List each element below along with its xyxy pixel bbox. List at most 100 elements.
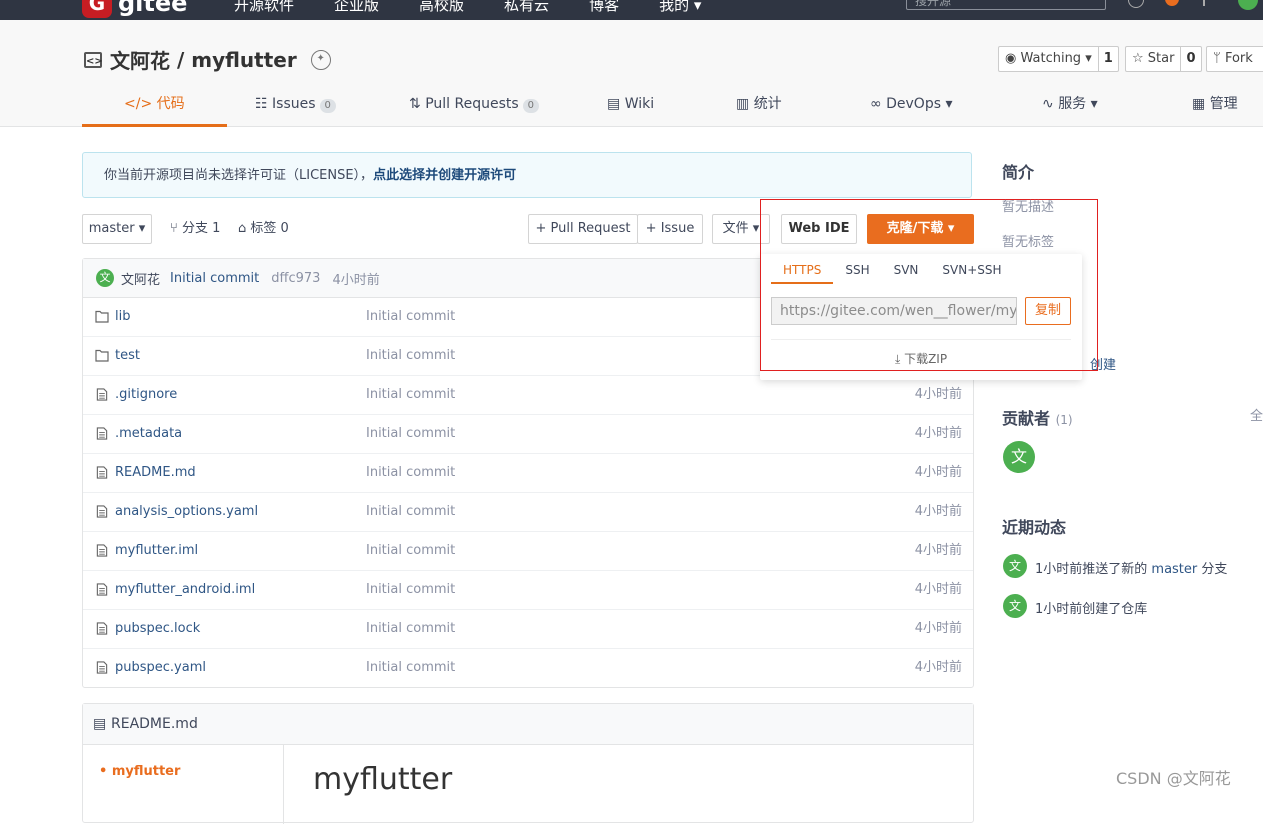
commit-author[interactable]: 文阿花 xyxy=(121,269,160,288)
file-commit-message[interactable]: Initial commit xyxy=(366,610,455,648)
file-name[interactable]: .metadata xyxy=(115,415,182,453)
topnav-education[interactable]: 高校版 xyxy=(419,0,464,15)
file-name[interactable]: myflutter.iml xyxy=(115,532,198,570)
tab-stats[interactable]: ▥ 统计 xyxy=(736,82,782,126)
tab-manage[interactable]: ▦ 管理 xyxy=(1192,82,1238,126)
tags-link[interactable]: ⌂ 标签 0 xyxy=(238,214,289,244)
topnav-mine[interactable]: 我的 ▾ xyxy=(659,0,701,15)
file-commit-message[interactable]: Initial commit xyxy=(366,298,455,336)
file-commit-message[interactable]: Initial commit xyxy=(366,532,455,570)
file-commit-message[interactable]: Initial commit xyxy=(366,571,455,609)
table-row[interactable]: .gitignore Initial commit 4小时前 xyxy=(83,376,973,415)
file-commit-message[interactable]: Initial commit xyxy=(366,376,455,414)
topnav-private-cloud[interactable]: 私有云 xyxy=(504,0,549,15)
file-name[interactable]: myflutter_android.iml xyxy=(115,571,255,609)
web-ide-button[interactable]: Web IDE xyxy=(781,214,857,244)
file-icon xyxy=(96,466,108,479)
user-avatar-icon[interactable] xyxy=(1238,0,1258,10)
file-name[interactable]: .gitignore xyxy=(115,376,177,414)
tab-pr-label: Pull Requests xyxy=(425,96,519,112)
file-commit-time: 4小时前 xyxy=(914,621,962,636)
file-commit-message[interactable]: Initial commit xyxy=(366,337,455,375)
file-commit-message[interactable]: Initial commit xyxy=(366,454,455,492)
table-row[interactable]: .metadata Initial commit 4小时前 xyxy=(83,415,973,454)
toc-item[interactable]: • myflutter xyxy=(99,764,180,779)
clone-download-button[interactable]: 克隆/下载 ▾ xyxy=(867,214,974,244)
table-row[interactable]: README.md Initial commit 4小时前 xyxy=(83,454,973,493)
bulb-icon[interactable] xyxy=(1165,0,1179,6)
file-name[interactable]: test xyxy=(115,337,140,375)
tab-issues[interactable]: ☷ Issues 0 xyxy=(255,82,336,126)
watching-count[interactable]: 1 xyxy=(1097,47,1118,71)
table-row[interactable]: pubspec.yaml Initial commit 4小时前 xyxy=(83,649,973,687)
file-name[interactable]: README.md xyxy=(115,454,196,492)
avatar[interactable]: 文 xyxy=(96,269,114,287)
topnav-open-source[interactable]: 开源软件 xyxy=(234,0,294,15)
readme-title: README.md xyxy=(111,716,198,732)
clone-protocol-tabs: HTTPS SSH SVN SVN+SSH xyxy=(771,254,1014,284)
tab-svn[interactable]: SVN xyxy=(882,254,931,284)
topnav-blog[interactable]: 博客 xyxy=(589,0,619,15)
table-row[interactable]: pubspec.lock Initial commit 4小时前 xyxy=(83,610,973,649)
file-name[interactable]: analysis_options.yaml xyxy=(115,493,258,531)
all-contributors-link[interactable]: 全 xyxy=(1250,405,1263,424)
file-commit-time: 4小时前 xyxy=(914,582,962,597)
watching-label: ◉ Watching ▾ xyxy=(1005,51,1092,66)
create-license-link[interactable]: 点此选择并创建开源许可 xyxy=(373,168,516,183)
gitee-logo[interactable]: G gitee xyxy=(82,0,187,18)
tab-svn-ssh[interactable]: SVN+SSH xyxy=(930,254,1013,284)
tab-ssh[interactable]: SSH xyxy=(833,254,881,284)
file-commit-message[interactable]: Initial commit xyxy=(366,493,455,531)
create-link[interactable]: 创建 xyxy=(1090,354,1116,373)
download-zip-link[interactable]: ⤓ 下载ZIP xyxy=(760,350,1082,367)
new-pull-request-button[interactable]: + Pull Request xyxy=(528,214,638,244)
tab-pull-requests[interactable]: ⇅ Pull Requests 0 xyxy=(409,82,540,126)
file-name[interactable]: pubspec.lock xyxy=(115,610,200,648)
file-menu-button[interactable]: 文件 ▾ xyxy=(712,214,770,244)
code-icon: </> xyxy=(124,96,153,112)
branches-link[interactable]: ⑂ 分支 1 xyxy=(170,214,220,244)
new-issue-button[interactable]: + Issue xyxy=(637,214,703,244)
table-row[interactable]: myflutter_android.iml Initial commit 4小时前 xyxy=(83,571,973,610)
certificate-icon[interactable]: ✦ xyxy=(310,49,331,70)
repo-owner[interactable]: 文阿花 xyxy=(110,45,170,74)
watch-button[interactable]: ◉ Watching ▾ 1 xyxy=(998,46,1119,72)
repo-name[interactable]: myflutter xyxy=(191,48,297,72)
star-button[interactable]: ☆ Star 0 xyxy=(1125,46,1202,72)
file-name[interactable]: lib xyxy=(115,298,130,336)
tab-https[interactable]: HTTPS xyxy=(771,254,834,284)
tab-devops[interactable]: ∞ DevOps ▾ xyxy=(870,82,952,126)
commit-message[interactable]: Initial commit xyxy=(170,271,259,286)
chart-icon: ▥ xyxy=(736,96,750,112)
bell-icon[interactable] xyxy=(1128,0,1144,8)
file-commit-message[interactable]: Initial commit xyxy=(366,649,455,687)
commit-hash[interactable]: dffc973 xyxy=(271,271,320,286)
issues-count: 0 xyxy=(319,99,336,113)
file-icon xyxy=(96,544,108,557)
master-branch-link[interactable]: master xyxy=(1151,562,1197,577)
activity-avatar[interactable]: 文 xyxy=(1003,554,1027,578)
clone-url-input[interactable]: https://gitee.com/wen__flower/myflutter.… xyxy=(771,297,1017,325)
fork-icon: ᛘ xyxy=(1213,51,1225,66)
file-name[interactable]: pubspec.yaml xyxy=(115,649,206,687)
readme-header: ▤ README.md xyxy=(83,704,973,745)
infinity-icon: ∞ xyxy=(870,96,882,112)
branch-select[interactable]: master ▾ xyxy=(82,214,152,244)
contributor-avatar[interactable]: 文 xyxy=(1003,441,1035,473)
tab-code[interactable]: </> 代码 xyxy=(82,82,227,127)
plus-icon[interactable] xyxy=(1203,0,1205,6)
topnav-enterprise[interactable]: 企业版 xyxy=(334,0,379,15)
file-icon xyxy=(96,661,108,674)
search-input[interactable]: 搜开源 xyxy=(906,0,1106,10)
activity-avatar[interactable]: 文 xyxy=(1003,594,1027,618)
tab-wiki[interactable]: ▤ Wiki xyxy=(607,82,654,126)
copy-button[interactable]: 复制 xyxy=(1025,297,1071,325)
star-count[interactable]: 0 xyxy=(1180,47,1200,71)
tab-services[interactable]: ∿ 服务 ▾ xyxy=(1042,82,1098,126)
wiki-icon: ▤ xyxy=(607,96,621,112)
tab-services-label: 服务 ▾ xyxy=(1058,96,1098,112)
table-row[interactable]: analysis_options.yaml Initial commit 4小时前 xyxy=(83,493,973,532)
table-row[interactable]: myflutter.iml Initial commit 4小时前 xyxy=(83,532,973,571)
fork-button[interactable]: ᛘ Fork xyxy=(1206,46,1263,72)
file-commit-message[interactable]: Initial commit xyxy=(366,415,455,453)
